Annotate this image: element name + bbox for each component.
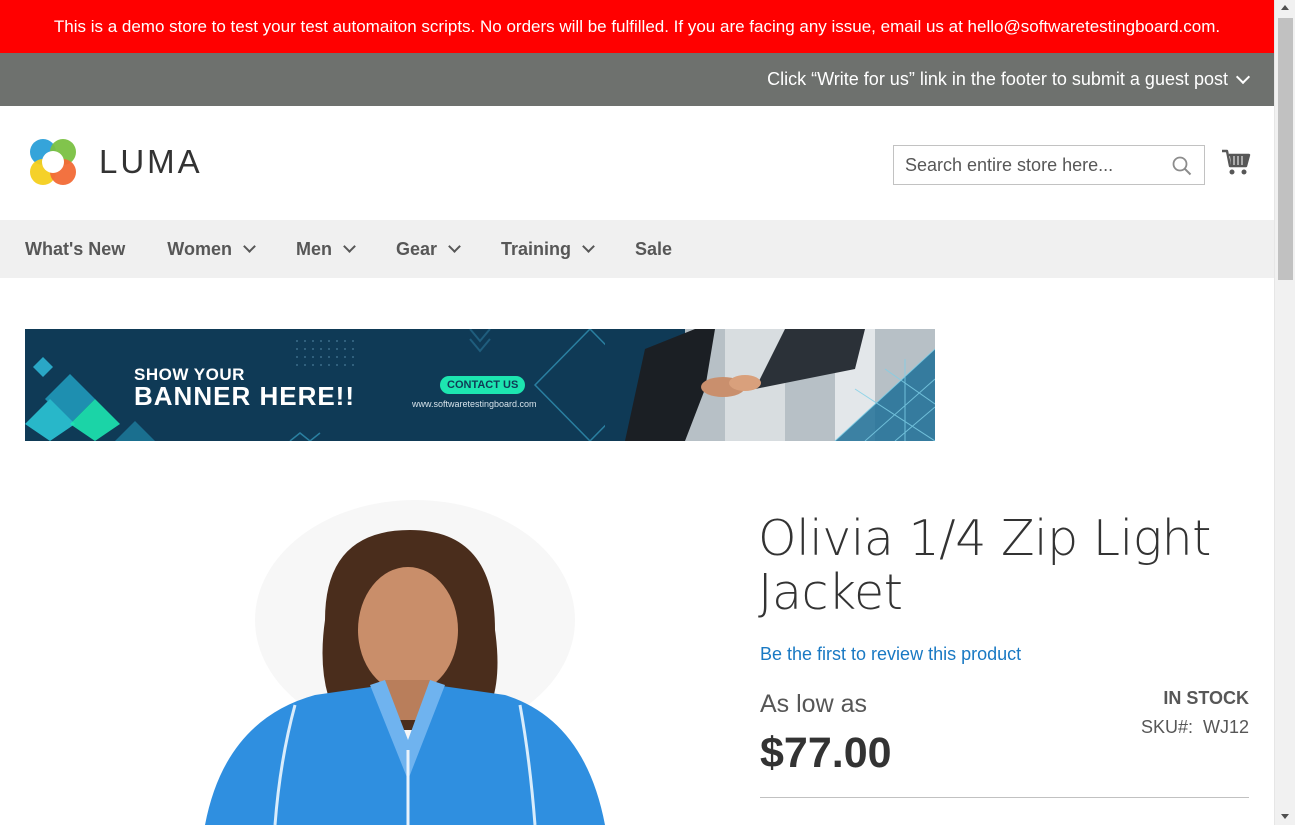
guest-post-text[interactable]: Click “Write for us” link in the footer … — [767, 69, 1228, 90]
demo-notice-text: This is a demo store to test your test a… — [53, 16, 1221, 36]
chevron-down-icon[interactable] — [448, 240, 461, 253]
site-header: LUMA — [0, 106, 1274, 220]
sku-label: SKU#: — [1140, 717, 1193, 737]
banner-contact-button[interactable]: CONTACT US — [440, 376, 526, 394]
page: This is a demo store to test your test a… — [0, 0, 1274, 825]
guest-post-bar[interactable]: Click “Write for us” link in the footer … — [0, 53, 1274, 106]
nav-item-label[interactable]: Training — [501, 239, 571, 260]
nav-item-men[interactable]: Men — [296, 239, 356, 260]
product-price: $77.00 — [760, 729, 892, 777]
luma-logo-icon — [30, 139, 76, 185]
cart-icon[interactable] — [1221, 147, 1251, 177]
product-title: Olivia 1/4 Zip Light Jacket — [758, 510, 1211, 621]
search-box[interactable] — [893, 145, 1205, 185]
divider — [760, 797, 1249, 798]
nav-item-label[interactable]: Sale — [635, 239, 672, 260]
review-link[interactable]: Be the first to review this product — [760, 644, 1021, 665]
nav-item-whats-new[interactable]: What's New — [25, 239, 125, 260]
product-photo — [25, 500, 725, 825]
chevron-down-icon[interactable] — [582, 240, 595, 253]
price-label: As low as — [760, 690, 867, 718]
nav-item-women[interactable]: Women — [167, 239, 256, 260]
sku-value: WJ12 — [1202, 717, 1249, 737]
scroll-down-arrow-icon[interactable] — [1281, 814, 1289, 819]
vertical-scrollbar[interactable] — [1274, 0, 1295, 825]
chevron-down-icon[interactable] — [243, 240, 256, 253]
stock-status: IN STOCK — [1163, 688, 1249, 708]
nav-item-label[interactable]: Women — [167, 239, 232, 260]
chevron-down-icon[interactable] — [343, 240, 356, 253]
sku: SKU#: WJ12 — [1141, 717, 1249, 738]
logo-text: LUMA — [99, 143, 203, 180]
nav-item-sale[interactable]: Sale — [635, 239, 672, 260]
search-icon[interactable] — [1172, 156, 1192, 176]
nav-item-label[interactable]: Gear — [396, 239, 437, 260]
search-input[interactable] — [894, 146, 1164, 184]
nav-item-gear[interactable]: Gear — [396, 239, 461, 260]
nav-item-training[interactable]: Training — [501, 239, 595, 260]
ad-banner[interactable]: SHOW YOUR BANNER HERE!! CONTACT US www.s… — [25, 329, 935, 441]
banner-title-line-2: BANNER HERE!! — [134, 381, 355, 411]
product-main-image[interactable] — [25, 500, 725, 825]
nav-item-label[interactable]: What's New — [25, 239, 125, 260]
banner-handshake-image — [605, 329, 935, 441]
main-nav: What's New Women Men Gear Training Sale — [0, 220, 1274, 278]
scroll-up-arrow-icon[interactable] — [1281, 5, 1289, 10]
chevron-down-icon[interactable] — [1235, 69, 1251, 85]
luma-logo[interactable]: LUMA — [25, 134, 215, 190]
scrollbar-thumb[interactable] — [1278, 18, 1293, 280]
demo-notice-bar: This is a demo store to test your test a… — [0, 0, 1274, 53]
banner-url: www.softwaretestingboard.com — [412, 399, 537, 409]
nav-item-label[interactable]: Men — [296, 239, 332, 260]
